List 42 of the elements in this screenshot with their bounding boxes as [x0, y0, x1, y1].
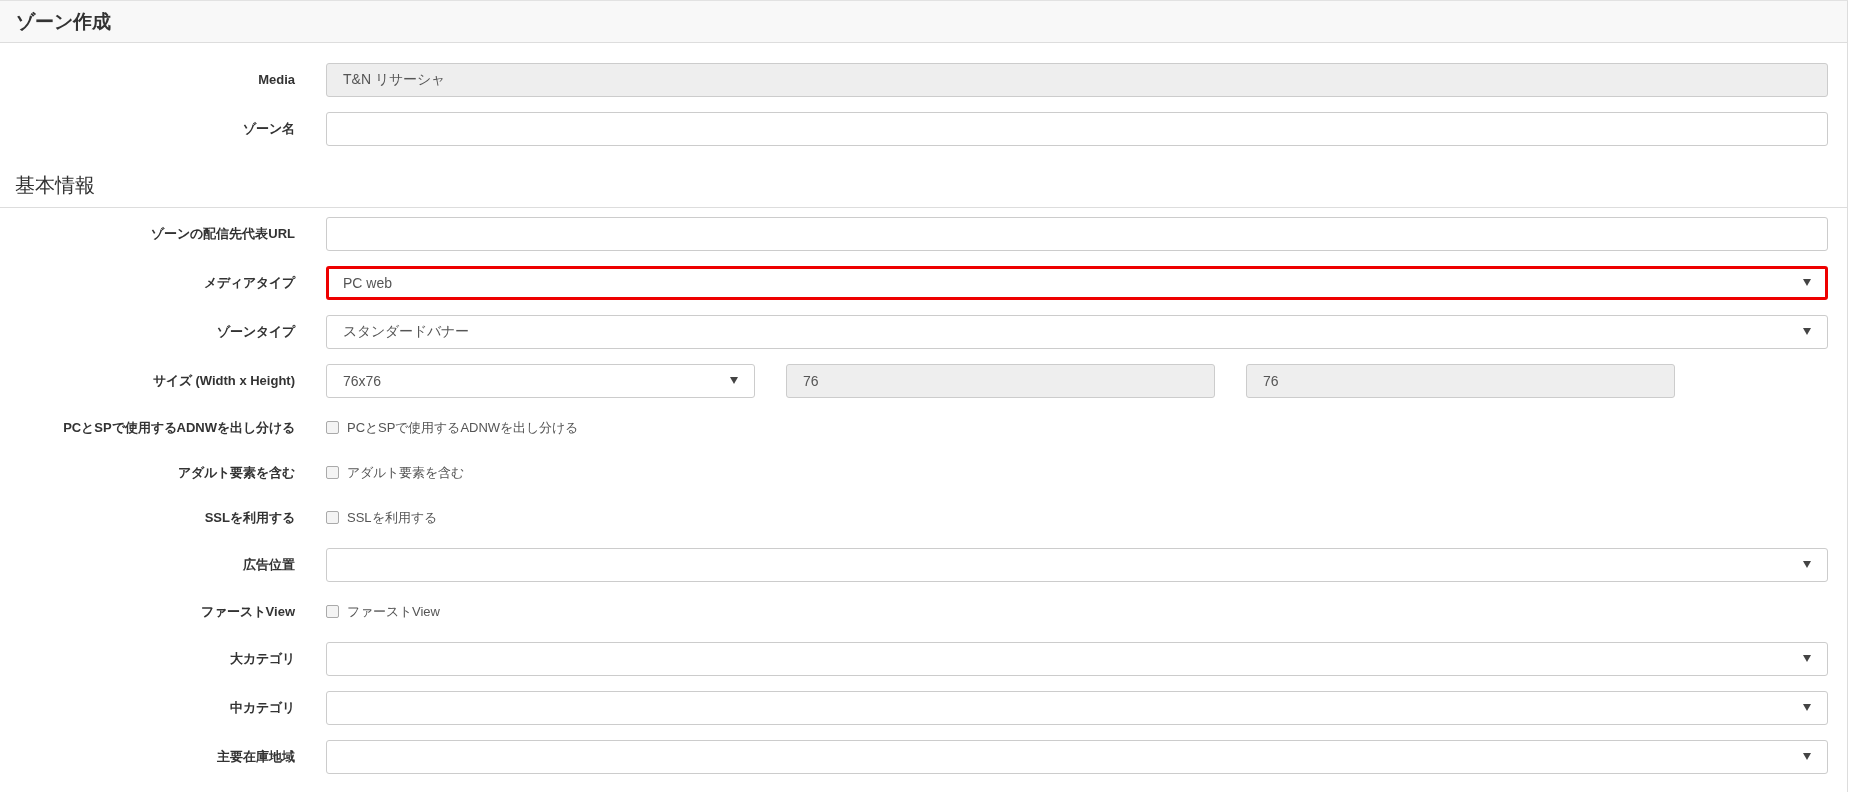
- checkbox-label[interactable]: ファーストView: [347, 602, 440, 621]
- checkbox-label[interactable]: PCとSPで使用するADNWを出し分ける: [347, 418, 579, 437]
- select-field[interactable]: [326, 641, 1828, 676]
- field-label: アダルト要素を含む: [177, 463, 295, 482]
- input-field[interactable]: [326, 216, 1828, 251]
- width-field[interactable]: 76: [786, 363, 1215, 398]
- field-label: PCとSPで使用するADNWを出し分ける: [62, 418, 295, 437]
- field-label: 大カテゴリ: [229, 649, 295, 668]
- select-field[interactable]: スタンダードバナー: [326, 314, 1828, 349]
- field-label: サイズ (Width x Height): [151, 371, 295, 390]
- checkbox-label[interactable]: SSLを利用する: [347, 508, 437, 527]
- input-field[interactable]: [326, 111, 1828, 146]
- field-label: Media: [257, 72, 295, 87]
- field-label: メディアタイプ: [203, 273, 295, 292]
- field-label: ゾーンの配信先代表URL: [150, 224, 295, 243]
- field-label: 広告位置: [242, 555, 295, 574]
- select-field[interactable]: PC web: [326, 265, 1828, 300]
- checkbox[interactable]: [326, 511, 339, 524]
- field-label: 中カテゴリ: [229, 698, 295, 717]
- field-label: ファーストView: [199, 602, 295, 621]
- field-label: ゾーン名: [242, 119, 295, 138]
- select-field[interactable]: [326, 739, 1828, 774]
- checkbox[interactable]: [326, 605, 339, 618]
- checkbox[interactable]: [326, 421, 339, 434]
- field-label: ゾーンタイプ: [216, 322, 295, 341]
- field-label: SSLを利用する: [203, 508, 295, 527]
- select-field[interactable]: [326, 547, 1828, 582]
- dropdown-caret-icon: [1803, 279, 1811, 286]
- dropdown-caret-icon: [1803, 753, 1811, 760]
- page-title: ゾーン作成: [16, 9, 111, 34]
- checkbox[interactable]: [326, 466, 339, 479]
- select-field[interactable]: [326, 690, 1828, 725]
- dropdown-caret-icon: [1803, 704, 1811, 711]
- dropdown-caret-icon: [1803, 655, 1811, 662]
- section-title: 基本情報: [15, 173, 95, 198]
- dropdown-caret-icon: [730, 377, 738, 384]
- checkbox-label[interactable]: アダルト要素を含む: [347, 463, 464, 482]
- height-field[interactable]: 76: [1246, 363, 1675, 398]
- field-label: 主要在庫地域: [216, 747, 295, 766]
- dropdown-caret-icon: [1803, 561, 1811, 568]
- dropdown-caret-icon: [1803, 328, 1811, 335]
- size-select[interactable]: 76x76: [326, 363, 755, 398]
